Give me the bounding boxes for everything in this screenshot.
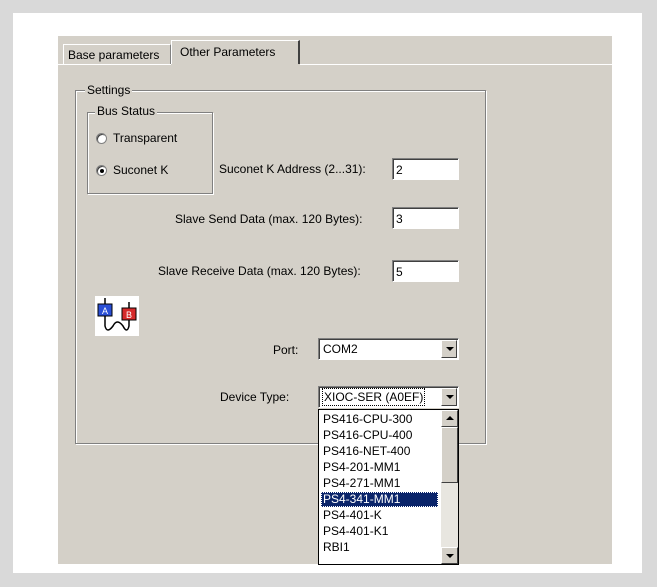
slave-send-label: Slave Send Data (max. 120 Bytes): xyxy=(175,212,363,226)
scrollbar-thumb[interactable] xyxy=(441,427,458,483)
tab-other-parameters[interactable]: Other Parameters xyxy=(171,40,300,64)
device-type-dropdown-button[interactable] xyxy=(441,388,457,406)
radio-transparent[interactable]: Transparent xyxy=(96,131,177,145)
list-item[interactable]: PS4-401-K1 xyxy=(321,524,438,539)
port-dropdown-button[interactable] xyxy=(441,340,457,358)
chevron-up-icon xyxy=(446,416,454,420)
slave-receive-label: Slave Receive Data (max. 120 Bytes): xyxy=(158,264,361,278)
radio-suconet-k-label: Suconet K xyxy=(113,163,169,177)
svg-text:A: A xyxy=(102,306,108,316)
connection-ab-icon: A B xyxy=(95,296,139,336)
slave-send-input[interactable]: 3 xyxy=(392,207,459,229)
tab-divider-right xyxy=(300,64,612,65)
bus-status-group-title: Bus Status xyxy=(95,104,158,118)
device-type-label: Device Type: xyxy=(220,390,290,404)
svg-text:B: B xyxy=(126,310,132,320)
suconet-address-label: Suconet K Address (2...31): xyxy=(219,162,366,176)
device-type-dropdown-list[interactable]: PS416-CPU-300 PS416-CPU-400 PS416-NET-40… xyxy=(318,409,459,565)
radio-suconet-k[interactable]: Suconet K xyxy=(96,163,168,177)
chevron-down-icon xyxy=(446,554,454,558)
list-item[interactable]: PS416-CPU-400 xyxy=(321,428,438,443)
settings-group-title: Settings xyxy=(85,83,133,97)
radio-button-selected-icon xyxy=(96,165,107,176)
suconet-address-input[interactable]: 2 xyxy=(392,158,459,180)
bus-status-groupbox xyxy=(87,112,213,194)
port-select-value: COM2 xyxy=(323,342,358,356)
list-item[interactable]: PS416-CPU-300 xyxy=(321,412,438,427)
port-label: Port: xyxy=(273,343,299,357)
slave-receive-input[interactable]: 5 xyxy=(392,260,459,282)
list-item-selected[interactable]: PS4-341-MM1 xyxy=(321,492,438,507)
list-item[interactable]: PS4-201-MM1 xyxy=(321,460,438,475)
scroll-up-button[interactable] xyxy=(441,410,458,427)
radio-transparent-label: Transparent xyxy=(113,131,178,145)
list-item[interactable]: PS416-NET-400 xyxy=(321,444,438,459)
list-item[interactable]: PS4-271-MM1 xyxy=(321,476,438,491)
radio-button-icon xyxy=(96,133,107,144)
dropdown-scrollbar[interactable] xyxy=(441,410,458,564)
device-type-select[interactable]: XIOC-SER (A0EF) xyxy=(318,386,459,408)
port-select[interactable]: COM2 xyxy=(318,338,459,360)
chevron-down-icon xyxy=(446,395,454,399)
scroll-down-button[interactable] xyxy=(441,547,458,564)
tab-base-parameters[interactable]: Base parameters xyxy=(63,44,171,64)
list-item[interactable]: PS4-401-K xyxy=(321,508,438,523)
device-type-select-value: XIOC-SER (A0EF) xyxy=(321,388,426,406)
chevron-down-icon xyxy=(446,347,454,351)
list-item[interactable]: RBI1 xyxy=(321,540,438,555)
